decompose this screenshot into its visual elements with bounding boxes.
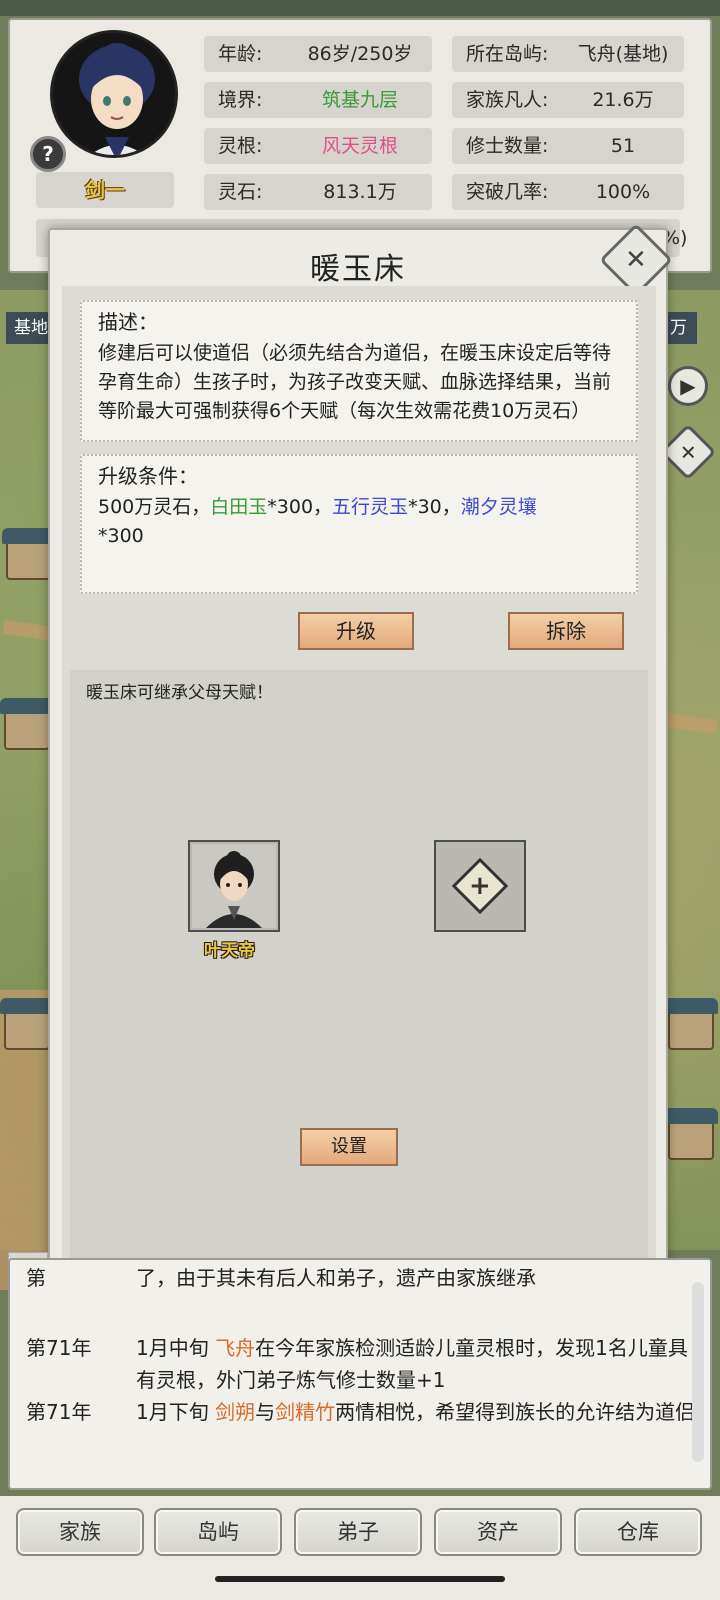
stat-label: 家族凡人: — [466, 89, 549, 111]
stat-value: 21.6万 — [592, 89, 654, 111]
building-dialog: 暖玉床 ✕ 描述： 修建后可以使道侣（必须先结合为道侣，在暖玉床设定后等待孕育生… — [48, 223, 673, 1314]
nav-assets[interactable]: 资产 — [434, 1508, 562, 1556]
material-baitianyu: 白田玉 — [210, 496, 268, 518]
stat-label: 境界: — [218, 89, 263, 111]
log-scrollbar[interactable] — [692, 1282, 704, 1462]
play-icon[interactable]: ▶ — [668, 366, 708, 406]
log-entry: 第71年 1月下旬 剑朔与剑精竹两情相悦，希望得到族长的允许结为道侣 — [26, 1396, 696, 1460]
player-avatar[interactable] — [50, 30, 178, 158]
stat-age: 年龄: 86岁/250岁 — [204, 36, 432, 72]
log-entry: 第71年 1月中旬 飞舟在今年家族检测适龄儿童灵根时，发现1名儿童具有灵根，外门… — [26, 1332, 696, 1396]
character-name: 叶天帝 — [204, 941, 255, 961]
stat-label: 灵根: — [218, 135, 263, 157]
stat-label: 修士数量: — [466, 135, 549, 157]
parent-slot-empty[interactable]: + — [434, 840, 526, 932]
player-name: 剑一 — [36, 172, 174, 208]
stat-label: 年龄: — [218, 43, 263, 65]
dialog-body: 描述： 修建后可以使道侣（必须先结合为道侣，在暖玉床设定后等待孕育生命）生孩子时… — [62, 286, 656, 1308]
stat-island: 所在岛屿: 飞舟(基地) — [452, 36, 684, 72]
stat-breakthrough: 突破几率: 100% — [452, 174, 684, 210]
parent-slot-filled[interactable] — [188, 840, 280, 932]
help-icon[interactable]: ? — [30, 136, 66, 172]
stat-label: 突破几率: — [466, 181, 549, 203]
character-portrait — [192, 844, 276, 928]
stat-value: 51 — [610, 135, 636, 157]
stat-value: 飞舟(基地) — [577, 43, 669, 65]
stat-value: 筑基九层 — [321, 89, 398, 111]
stat-cultivators: 修士数量: 51 — [452, 128, 684, 164]
nav-family[interactable]: 家族 — [16, 1508, 144, 1556]
stat-value: 100% — [595, 181, 651, 203]
stat-value: 813.1万 — [323, 181, 397, 203]
log-year: 第71年 — [26, 1336, 92, 1360]
stat-mortals: 家族凡人: 21.6万 — [452, 82, 684, 118]
upgrade-heading: 升级条件： — [98, 464, 198, 488]
upgrade-requirements: 500万灵石，白田玉*300，五行灵玉*30，潮夕灵壤 *300 — [98, 496, 537, 547]
dialog-title: 暖玉床 — [310, 252, 406, 287]
set-button[interactable]: 设置 — [300, 1128, 398, 1166]
stat-value: 86岁/250岁 — [307, 43, 413, 65]
log-text: 1月下旬 剑朔与剑精竹两情相悦，希望得到族长的允许结为道侣 — [136, 1400, 696, 1424]
stat-spirit-root: 灵根: 风天灵根 — [204, 128, 432, 164]
demolish-button[interactable]: 拆除 — [508, 612, 624, 650]
stat-label: 灵石: — [218, 181, 263, 203]
nav-warehouse[interactable]: 仓库 — [574, 1508, 702, 1556]
top-edge-strip — [0, 0, 720, 16]
upgrade-box: 升级条件： 500万灵石，白田玉*300，五行灵玉*30，潮夕灵壤 *300 — [80, 454, 638, 594]
inherit-area: 暖玉床可继承父母天赋！ 叶天帝 + 设置 — [70, 670, 648, 1296]
stat-spirit-stones: 灵石: 813.1万 — [204, 174, 432, 210]
inherit-tip: 暖玉床可继承父母天赋！ — [86, 683, 273, 703]
description-text: 修建后可以使道侣（必须先结合为道侣，在暖玉床设定后等待孕育生命）生孩子时，为孩子… — [98, 342, 612, 422]
add-icon: + — [451, 857, 509, 915]
stat-realm: 境界: 筑基九层 — [204, 82, 432, 118]
description-box: 描述： 修建后可以使道侣（必须先结合为道侣，在暖玉床设定后等待孕育生命）生孩子时… — [80, 300, 638, 442]
log-year: 第71年 — [26, 1400, 92, 1424]
material-wuxing-lingyu: 五行灵玉 — [332, 496, 409, 518]
stat-value: 风天灵根 — [321, 135, 398, 157]
home-indicator[interactable] — [215, 1576, 505, 1582]
log-text: 1月中旬 飞舟在今年家族检测适龄儿童灵根时，发现1名儿童具有灵根，外门弟子炼气修… — [136, 1336, 688, 1392]
event-log: 第 了，由于其未有后人和弟子，遗产由家族继承 第71年 1月中旬 飞舟在今年家族… — [8, 1258, 712, 1490]
material-chaoxi-lingrang: 潮夕灵壤 — [460, 496, 537, 518]
stat-label: 所在岛屿: — [466, 43, 549, 65]
nav-disciples[interactable]: 弟子 — [294, 1508, 422, 1556]
description-heading: 描述： — [98, 310, 158, 334]
nav-islands[interactable]: 岛屿 — [154, 1508, 282, 1556]
upgrade-button[interactable]: 升级 — [298, 612, 414, 650]
